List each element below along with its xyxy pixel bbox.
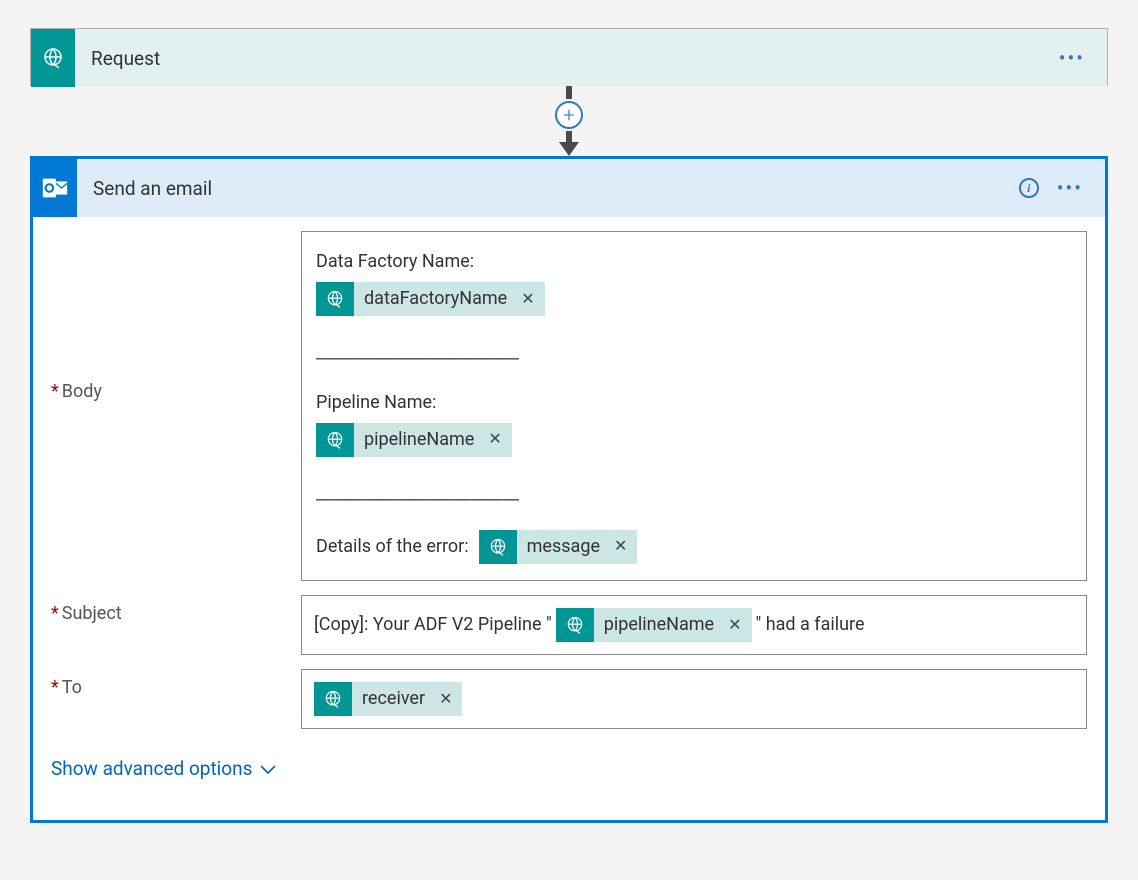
subject-row: *Subject [Copy]: Your ADF V2 Pipeline " … xyxy=(51,595,1087,655)
to-row: *To receiver✕ xyxy=(51,669,1087,729)
request-more-button[interactable]: ••• xyxy=(1053,42,1091,74)
outlook-icon xyxy=(33,159,77,217)
info-icon[interactable]: i xyxy=(1019,178,1039,198)
globe-icon xyxy=(325,289,345,309)
chevron-down-icon xyxy=(260,757,276,780)
token-remove-icon[interactable]: ✕ xyxy=(724,615,741,634)
show-advanced-options-link[interactable]: Show advanced options xyxy=(51,757,276,780)
body-row: *Body Data Factory Name: da xyxy=(51,231,1087,581)
request-title: Request xyxy=(75,47,1053,70)
token-remove-icon[interactable]: ✕ xyxy=(435,689,452,708)
globe-icon xyxy=(325,430,345,450)
email-more-button[interactable]: ••• xyxy=(1051,172,1089,204)
globe-icon xyxy=(323,689,343,709)
token-pipelinename-subject[interactable]: pipelineName✕ xyxy=(556,608,752,642)
token-pipelinename[interactable]: pipelineName✕ xyxy=(316,423,512,457)
body-text-pipelinename: Pipeline Name: xyxy=(316,391,436,414)
to-input[interactable]: receiver✕ xyxy=(301,669,1087,729)
to-label: *To xyxy=(51,669,301,698)
subject-text-prefix: [Copy]: Your ADF V2 Pipeline " xyxy=(314,614,552,635)
globe-icon xyxy=(488,537,508,557)
send-email-card[interactable]: Send an email i ••• *Body Data Factory N… xyxy=(30,156,1108,823)
send-email-title: Send an email xyxy=(77,177,1019,200)
subject-text-suffix: " had a failure xyxy=(756,614,865,635)
connector: + xyxy=(30,86,1108,156)
body-label: *Body xyxy=(51,231,301,402)
globe-icon xyxy=(41,46,65,70)
globe-icon xyxy=(565,615,585,635)
body-separator: _________________________ xyxy=(316,471,1072,518)
subject-label: *Subject xyxy=(51,595,301,624)
body-text-error: Details of the error: xyxy=(316,535,469,558)
add-step-button[interactable]: + xyxy=(555,101,583,129)
body-text-dfname: Data Factory Name: xyxy=(316,250,474,273)
body-separator: _________________________ xyxy=(316,330,1072,377)
request-card[interactable]: Request ••• xyxy=(30,28,1108,86)
token-receiver[interactable]: receiver✕ xyxy=(314,682,462,716)
token-message[interactable]: message✕ xyxy=(479,530,638,564)
body-input[interactable]: Data Factory Name: dataFactoryName✕ xyxy=(301,231,1087,581)
token-remove-icon[interactable]: ✕ xyxy=(610,536,627,557)
token-remove-icon[interactable]: ✕ xyxy=(484,429,501,450)
arrow-down-icon xyxy=(559,142,579,156)
request-icon xyxy=(31,29,75,87)
subject-input[interactable]: [Copy]: Your ADF V2 Pipeline " pipelineN… xyxy=(301,595,1087,655)
token-datafactoryname[interactable]: dataFactoryName✕ xyxy=(316,282,545,316)
token-remove-icon[interactable]: ✕ xyxy=(517,289,534,310)
